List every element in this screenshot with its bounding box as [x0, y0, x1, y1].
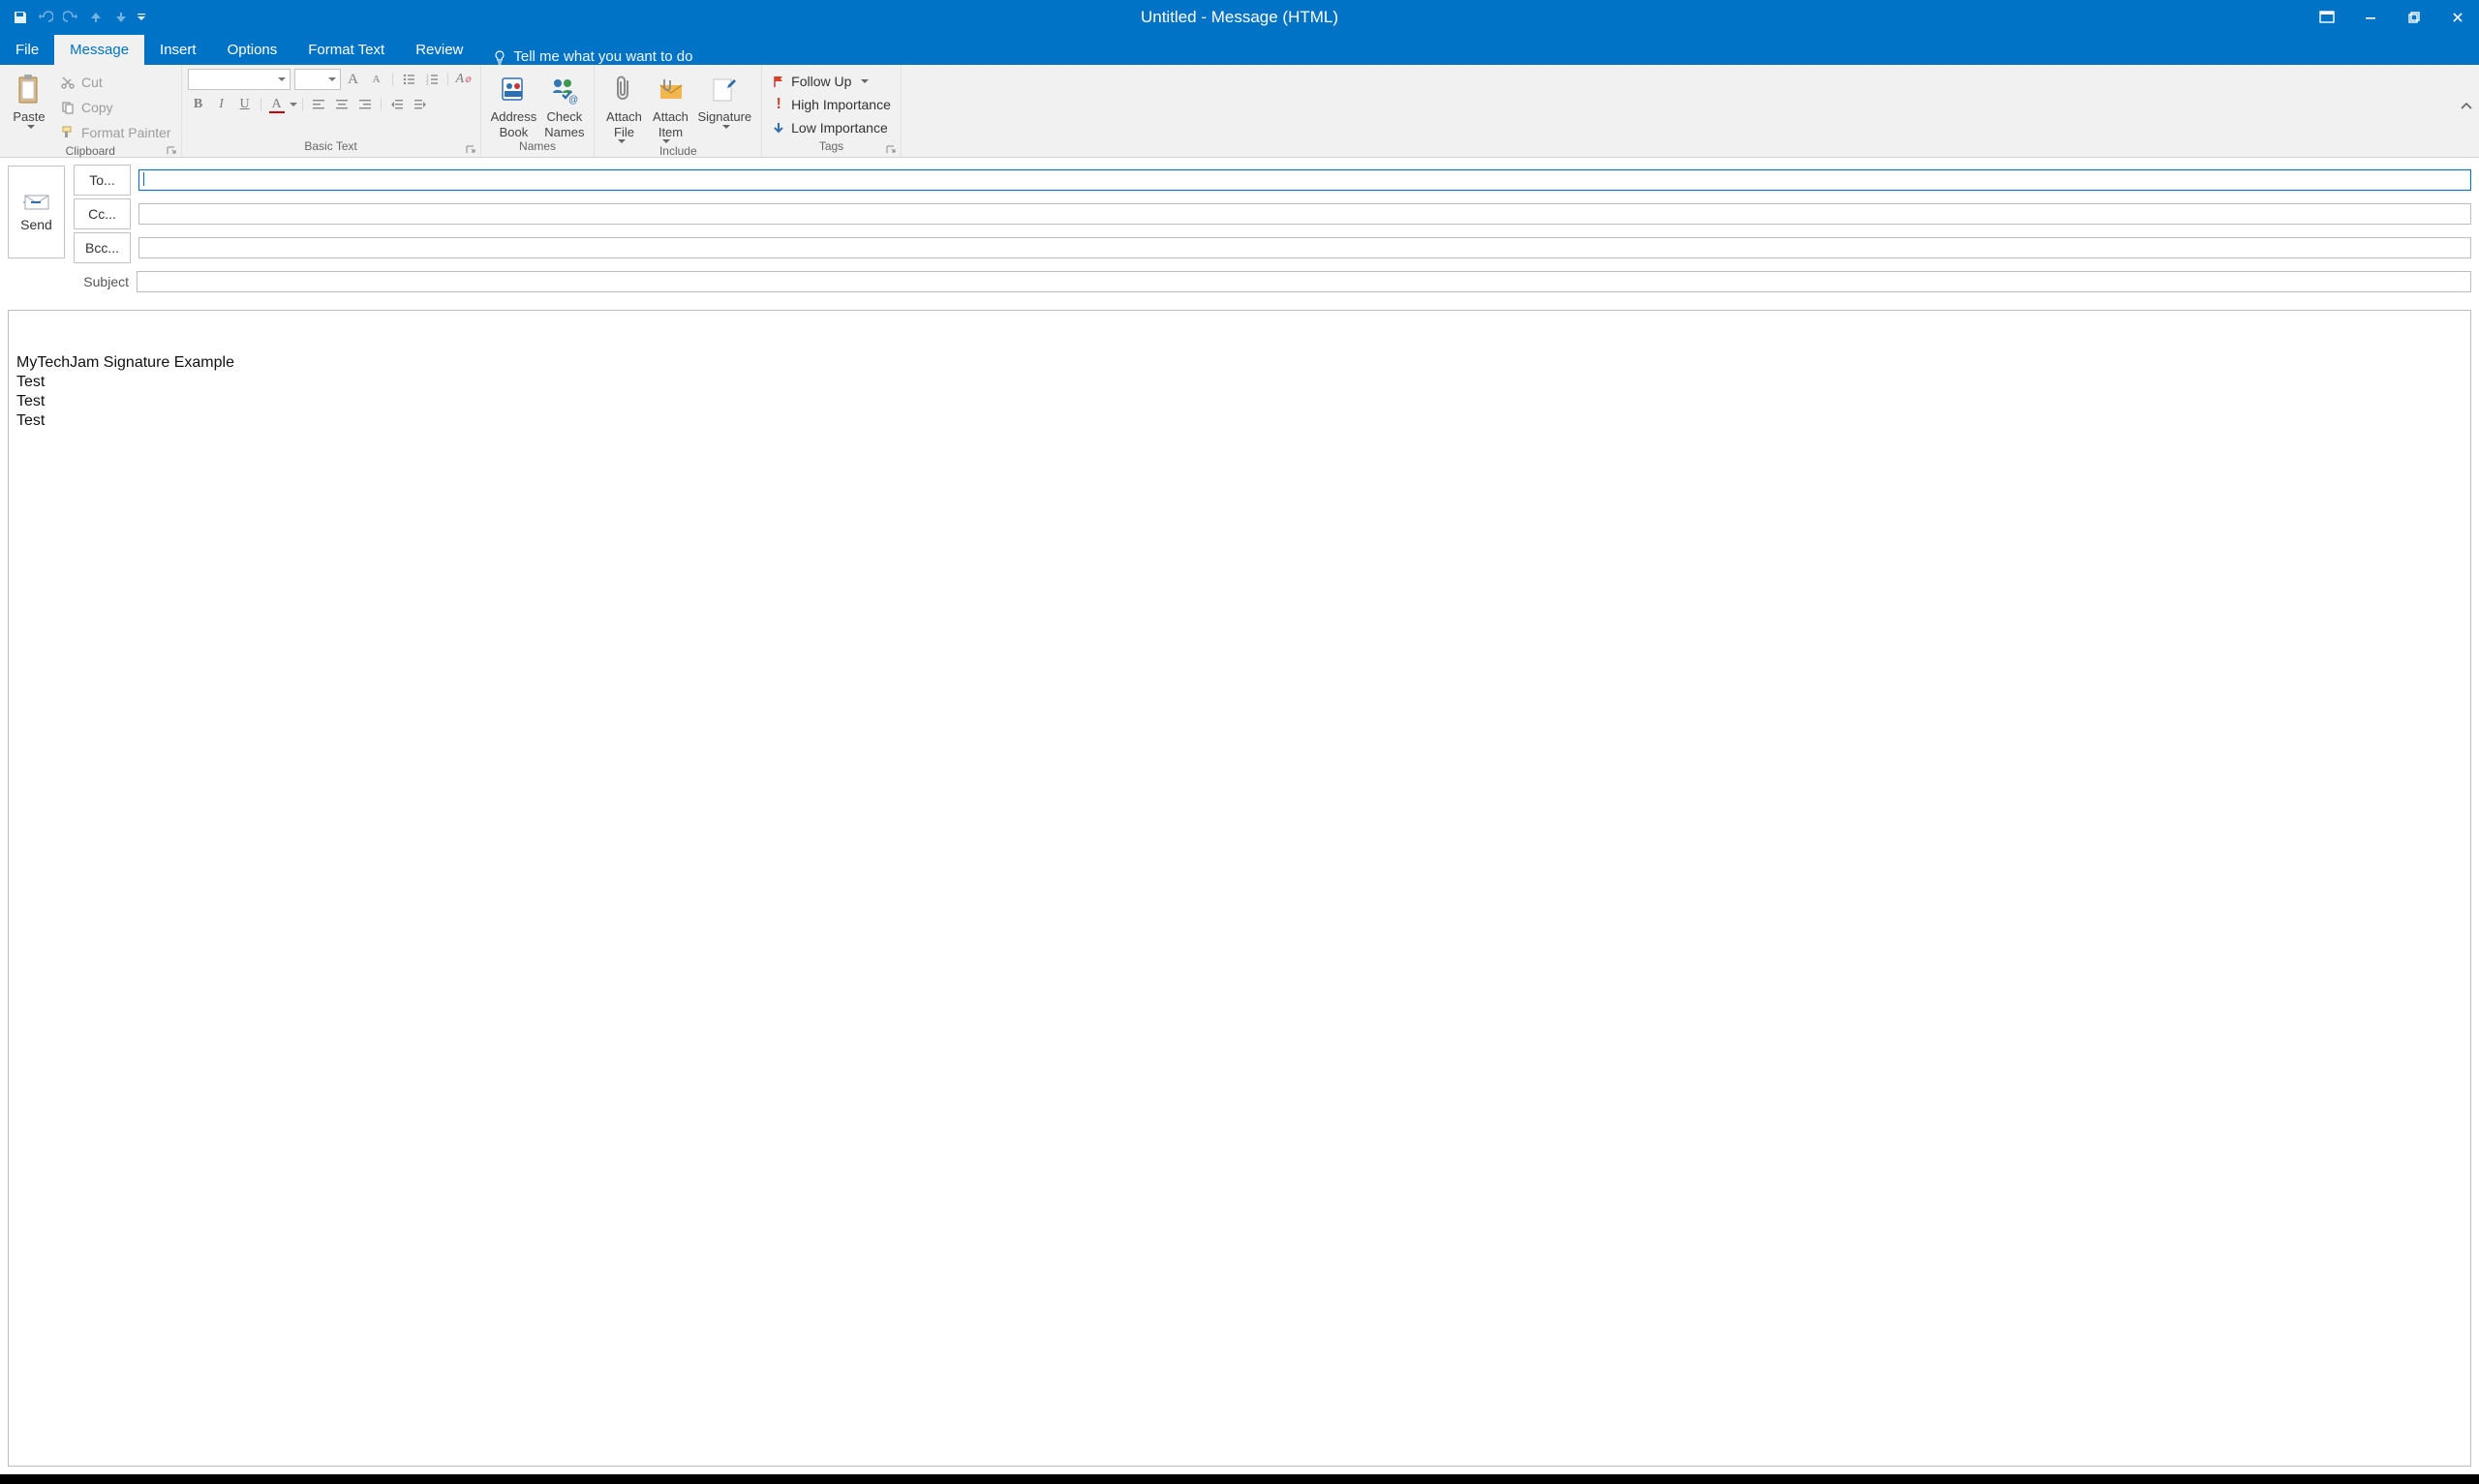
format-painter-icon [60, 125, 76, 140]
tab-file[interactable]: File [0, 35, 54, 65]
check-names-icon: @ [549, 71, 580, 109]
to-input[interactable] [138, 169, 2471, 191]
copy-icon [60, 100, 76, 115]
body-line: MyTechJam Signature Example [16, 353, 2463, 373]
decrease-indent-button[interactable] [386, 94, 408, 115]
font-name-dropdown[interactable] [188, 69, 291, 90]
follow-up-button[interactable]: Follow Up [768, 71, 895, 92]
dialog-launcher-icon[interactable] [166, 145, 177, 157]
bcc-input[interactable] [138, 237, 2471, 258]
tab-message[interactable]: Message [54, 35, 144, 65]
bullets-button[interactable] [398, 69, 419, 90]
group-include: Attach File Attach Item Signature [595, 65, 762, 157]
paste-button[interactable]: Paste [6, 69, 52, 130]
attach-item-icon [655, 71, 686, 109]
numbering-button[interactable]: 123 [421, 69, 443, 90]
close-icon[interactable] [2435, 3, 2479, 32]
chevron-down-icon[interactable] [290, 103, 297, 107]
italic-button[interactable]: I [211, 94, 232, 115]
subject-input[interactable] [137, 271, 2471, 292]
svg-text:3: 3 [426, 82, 429, 86]
address-book-button[interactable]: Address Book [487, 69, 541, 139]
tab-review[interactable]: Review [400, 35, 478, 65]
format-painter-button[interactable]: Format Painter [56, 121, 175, 144]
window-controls [2305, 3, 2479, 32]
maximize-icon[interactable] [2392, 3, 2435, 32]
group-tags: Follow Up ! High Importance Low Importan… [762, 65, 902, 157]
collapse-ribbon-icon[interactable] [2460, 102, 2473, 111]
svg-text:@: @ [568, 95, 578, 105]
paste-icon [15, 71, 44, 109]
dialog-launcher-icon[interactable] [885, 144, 897, 156]
ribbon-tabs: File Message Insert Options Format Text … [0, 34, 2479, 65]
to-button[interactable]: To... [74, 165, 131, 196]
minimize-icon[interactable] [2348, 3, 2392, 32]
ribbon: Paste Cut [0, 65, 2479, 158]
font-color-button[interactable]: A [266, 94, 288, 115]
send-button[interactable]: Send [8, 166, 65, 258]
align-right-button[interactable] [354, 94, 376, 115]
qat-customize-icon[interactable] [134, 5, 149, 30]
outlook-compose-window: Untitled - Message (HTML) File Message I… [0, 0, 2479, 1484]
lightbulb-icon [492, 49, 507, 65]
bcc-button[interactable]: Bcc... [74, 232, 131, 263]
increase-indent-button[interactable] [410, 94, 431, 115]
align-left-button[interactable] [308, 94, 329, 115]
chevron-down-icon [861, 79, 869, 84]
align-center-button[interactable] [331, 94, 352, 115]
cc-button[interactable]: Cc... [74, 198, 131, 229]
low-importance-button[interactable]: Low Importance [768, 117, 895, 138]
shrink-font-button[interactable]: A [366, 69, 387, 90]
subject-label: Subject [74, 274, 129, 289]
tell-me-search[interactable]: Tell me what you want to do [478, 48, 692, 65]
underline-button[interactable]: U [234, 94, 256, 115]
message-header: Send To... Cc... Bcc... Subject [8, 166, 2471, 296]
attach-item-button[interactable]: Attach Item [647, 69, 693, 144]
undo-icon[interactable] [33, 5, 58, 30]
redo-icon[interactable] [58, 5, 83, 30]
cut-button[interactable]: Cut [56, 71, 175, 94]
cc-input[interactable] [138, 203, 2471, 225]
address-book-icon [499, 71, 528, 109]
save-icon[interactable] [8, 5, 33, 30]
clear-formatting-button[interactable]: A⊘ [453, 69, 474, 90]
font-size-dropdown[interactable] [294, 69, 341, 90]
low-importance-icon [772, 121, 785, 135]
dialog-launcher-icon[interactable] [465, 144, 476, 156]
tab-insert[interactable]: Insert [144, 35, 212, 65]
body-line: Test [16, 411, 2463, 431]
message-body[interactable]: MyTechJam Signature Example Test Test Te… [8, 310, 2471, 1467]
ribbon-display-options-icon[interactable] [2305, 3, 2348, 32]
check-names-button[interactable]: @ Check Names [540, 69, 588, 139]
flag-icon [772, 75, 785, 88]
grow-font-button[interactable]: A [343, 69, 364, 90]
group-basic-text: A A 123 A⊘ B I U A [182, 65, 481, 157]
group-names: Address Book @ Check Names Names [481, 65, 596, 157]
bold-button[interactable]: B [188, 94, 209, 115]
signature-icon [711, 71, 738, 109]
quick-access-toolbar [0, 5, 149, 30]
high-importance-button[interactable]: ! High Importance [768, 94, 895, 115]
next-item-icon[interactable] [108, 5, 134, 30]
tab-options[interactable]: Options [212, 35, 293, 65]
send-icon [22, 192, 51, 211]
taskbar-sliver [0, 1474, 2479, 1484]
scissors-icon [60, 75, 76, 90]
compose-pane: Send To... Cc... Bcc... Subject [0, 158, 2479, 1474]
copy-button[interactable]: Copy [56, 96, 175, 119]
group-clipboard: Paste Cut [0, 65, 182, 157]
signature-button[interactable]: Signature [693, 69, 755, 130]
paperclip-icon [613, 71, 634, 109]
tab-format-text[interactable]: Format Text [292, 35, 400, 65]
attach-file-button[interactable]: Attach File [600, 69, 647, 144]
tell-me-label: Tell me what you want to do [513, 48, 692, 65]
title-bar: Untitled - Message (HTML) [0, 0, 2479, 34]
window-title: Untitled - Message (HTML) [0, 8, 2479, 27]
body-line: Test [16, 392, 2463, 411]
body-line: Test [16, 373, 2463, 392]
chevron-down-icon [27, 125, 35, 130]
previous-item-icon[interactable] [83, 5, 108, 30]
high-importance-icon: ! [772, 96, 785, 113]
